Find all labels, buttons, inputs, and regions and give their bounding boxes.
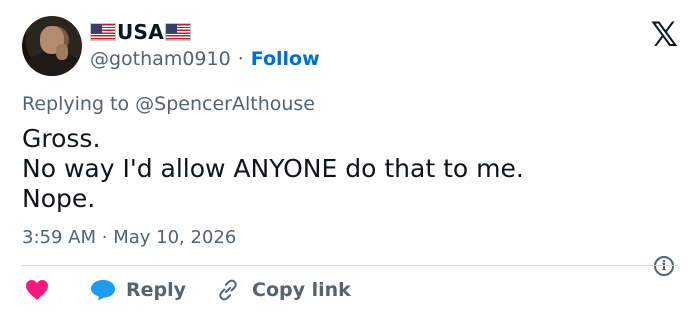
user-handle[interactable]: @gotham0910 [90, 48, 231, 70]
avatar-body [28, 52, 78, 76]
tweet-text: Gross. No way I'd allow ANYONE do that t… [22, 124, 524, 214]
tweet-line: No way I'd allow ANYONE do that to me. [22, 154, 524, 183]
reply-button[interactable]: Reply [90, 279, 186, 301]
replying-prefix: Replying to [22, 93, 130, 115]
reply-mention-link[interactable]: @SpencerAlthouse [135, 93, 315, 115]
x-logo-icon[interactable]: 𝕏 [651, 18, 678, 52]
reply-bubble-icon [91, 280, 115, 301]
link-icon [219, 279, 237, 301]
tweet-line: Nope. [22, 184, 96, 213]
avatar-hand [56, 44, 68, 60]
copy-link-button[interactable]: Copy link [216, 278, 351, 302]
separator: · [237, 48, 244, 70]
info-icon[interactable]: i [654, 256, 674, 276]
reply-label: Reply [126, 279, 187, 301]
replying-to: Replying to @SpencerAlthouse [22, 93, 315, 115]
avatar[interactable] [22, 16, 82, 76]
us-flag-icon [90, 23, 116, 41]
handle-row: @gotham0910 · Follow [90, 48, 320, 70]
display-name[interactable]: USA [117, 20, 164, 44]
tweet-date: May 10, 2026 [113, 227, 237, 248]
tweet-line: Gross. [22, 124, 101, 153]
separator: · [101, 227, 108, 248]
action-bar: Reply Copy link [22, 276, 351, 304]
heart-icon[interactable] [22, 275, 52, 305]
divider [22, 265, 678, 266]
tweet-time: 3:59 AM [22, 227, 96, 248]
tweet-timestamp[interactable]: 3:59 AM · May 10, 2026 [22, 227, 236, 248]
follow-button[interactable]: Follow [251, 48, 320, 70]
display-name-row[interactable]: USA [90, 19, 192, 45]
heart-icon-svg [26, 280, 48, 300]
us-flag-icon [165, 23, 192, 41]
copy-link-label: Copy link [252, 279, 351, 301]
